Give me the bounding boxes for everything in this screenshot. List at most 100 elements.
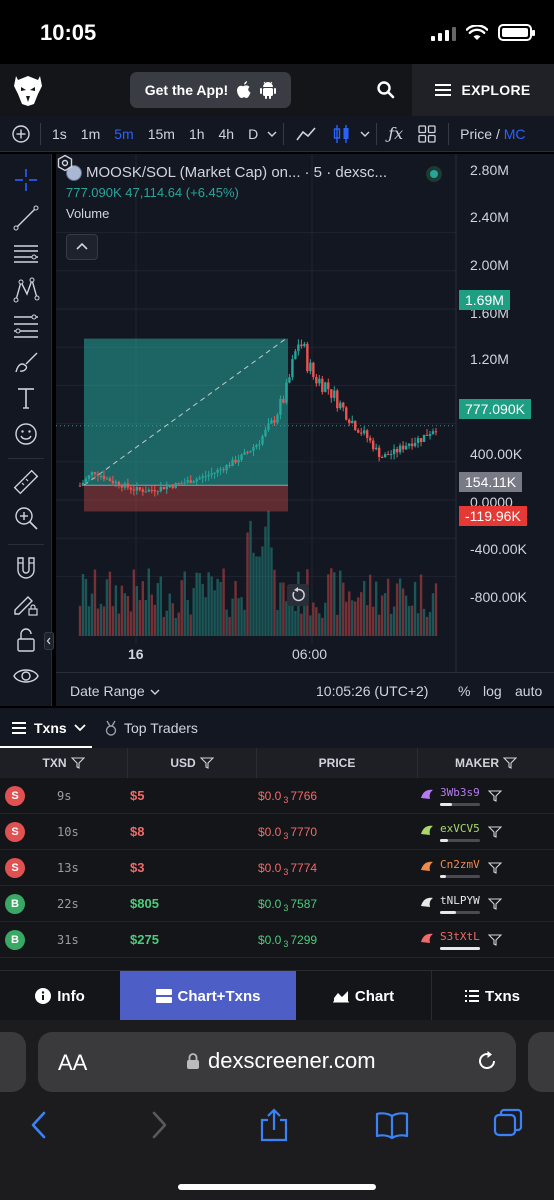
trend-line-icon[interactable] <box>12 204 40 232</box>
chevron-up-icon <box>76 242 88 250</box>
interval-1m[interactable]: 1m <box>74 126 107 142</box>
tabs-icon[interactable] <box>492 1108 524 1142</box>
layout-grid-icon[interactable] <box>410 124 444 144</box>
chart-clock[interactable]: 10:05:26 (UTC+2) <box>316 683 428 699</box>
interval-15m[interactable]: 15m <box>141 126 182 142</box>
auto-scale-toggle[interactable]: auto <box>515 683 542 699</box>
table-row[interactable]: B 22s $805 $0.0 3 7587 tNLPYW <box>0 886 554 922</box>
tab-top-traders[interactable]: Top Traders <box>104 720 198 736</box>
share-icon[interactable] <box>258 1108 290 1142</box>
y-axis-label: -800.00K <box>470 589 527 605</box>
tab-chart[interactable]: Chart <box>296 971 431 1021</box>
emoji-icon[interactable] <box>12 420 40 448</box>
candle-body <box>357 430 360 433</box>
candle-body <box>318 378 321 384</box>
filter-icon[interactable] <box>488 897 502 911</box>
crosshair-icon[interactable] <box>12 166 40 194</box>
chart-settings-icon[interactable] <box>56 154 74 172</box>
interval-4h[interactable]: 4h <box>212 126 242 142</box>
get-app-button[interactable]: Get the App! <box>130 72 291 108</box>
column-header-price[interactable]: PRICE <box>257 748 418 778</box>
volume-bar <box>228 616 231 636</box>
indicators-icon[interactable]: ƒx <box>381 124 410 143</box>
zoom-in-icon[interactable] <box>12 504 40 532</box>
percent-scale-toggle[interactable]: % <box>458 683 470 699</box>
price-chart[interactable]: MOOSK/SOL (Market Cap) on... · 5 · dexsc… <box>56 154 554 672</box>
search-icon[interactable] <box>374 78 398 102</box>
maker-address[interactable]: S3tXtL <box>440 930 480 943</box>
address-bar[interactable]: AA dexscreener.com <box>38 1032 516 1092</box>
tab-chart-txns[interactable]: Chart+Txns <box>120 971 296 1021</box>
volume-bar <box>87 606 91 636</box>
chevron-down-icon[interactable] <box>265 129 279 139</box>
tab-info[interactable]: Info <box>0 971 120 1021</box>
log-scale-toggle[interactable]: log <box>483 683 502 699</box>
next-tab-card[interactable] <box>528 1032 554 1092</box>
interval-d[interactable]: D <box>241 126 265 142</box>
candle-body <box>135 487 139 491</box>
maker-address[interactable]: 3Wb3s9 <box>440 786 480 799</box>
reset-chart-button[interactable] <box>287 584 309 606</box>
x-axis-label: 06:00 <box>292 646 328 662</box>
text-icon[interactable] <box>12 384 40 412</box>
table-row[interactable]: S 10s $8 $0.0 3 7770 exVCV5 <box>0 814 554 850</box>
column-header-txn[interactable]: TXN <box>0 748 128 778</box>
candle-body <box>294 351 297 360</box>
candle-body <box>138 487 142 490</box>
horizontal-lines-icon[interactable] <box>12 240 40 268</box>
line-chart-icon[interactable] <box>288 124 326 144</box>
tab-txns-bottom[interactable]: Txns <box>431 971 554 1021</box>
forward-icon[interactable] <box>142 1108 174 1142</box>
volume-bar <box>294 610 297 636</box>
collapse-toolbar-icon[interactable] <box>44 632 54 650</box>
interval-1h[interactable]: 1h <box>182 126 212 142</box>
tab-txns-bottom-label: Txns <box>484 987 520 1005</box>
candle-body <box>249 450 252 453</box>
table-row[interactable]: S 9s $5 $0.0 3 7766 3Wb3s9 <box>0 778 554 814</box>
bookmarks-icon[interactable] <box>374 1108 410 1142</box>
unlock-icon[interactable] <box>12 626 40 654</box>
column-header-maker[interactable]: MAKER <box>418 748 554 778</box>
filter-icon[interactable] <box>488 933 502 947</box>
add-indicator-icon[interactable] <box>0 124 36 144</box>
column-header-usd[interactable]: USD <box>128 748 257 778</box>
magnet-icon[interactable] <box>12 554 40 582</box>
price-digits: 7587 <box>290 897 318 911</box>
candle-body <box>198 477 201 480</box>
filter-icon[interactable] <box>488 789 502 803</box>
dexscreener-logo-icon[interactable] <box>14 74 42 106</box>
volume-bar <box>309 615 312 636</box>
interval-5m[interactable]: 5m <box>107 126 140 142</box>
lock-drawing-icon[interactable] <box>12 590 40 618</box>
candle-body <box>132 489 136 491</box>
chevron-down-icon[interactable] <box>358 129 372 139</box>
buy-badge: B <box>5 930 25 950</box>
table-row[interactable]: B 31s $275 $0.0 3 7299 S3tXtL <box>0 922 554 958</box>
candle-body <box>189 480 192 484</box>
brush-icon[interactable] <box>12 348 40 376</box>
previous-tab-card[interactable] <box>0 1032 26 1092</box>
ruler-icon[interactable] <box>12 468 40 496</box>
reader-settings-button[interactable]: AA <box>58 1050 87 1076</box>
collapse-legend-button[interactable] <box>66 234 98 260</box>
maker-address[interactable]: Cn2zmV <box>440 858 480 871</box>
interval-1s[interactable]: 1s <box>45 126 74 142</box>
date-range-selector[interactable]: Date Range <box>70 683 161 699</box>
maker-address[interactable]: exVCV5 <box>440 822 480 835</box>
filter-icon[interactable] <box>488 825 502 839</box>
eye-icon[interactable] <box>12 662 40 690</box>
volume-bar <box>431 593 435 636</box>
price-mcap-toggle[interactable]: Price / MC <box>453 126 532 142</box>
pattern-icon[interactable] <box>12 276 40 304</box>
reload-icon[interactable] <box>474 1048 500 1074</box>
tab-txns[interactable]: Txns <box>12 720 87 736</box>
maker-address[interactable]: tNLPYW <box>440 894 480 907</box>
table-row[interactable]: S 13s $3 $0.0 3 7774 Cn2zmV <box>0 850 554 886</box>
back-icon[interactable] <box>24 1108 56 1142</box>
url-display[interactable]: dexscreener.com <box>186 1048 376 1074</box>
filter-icon[interactable] <box>488 861 502 875</box>
fib-retracement-icon[interactable] <box>12 312 40 340</box>
toolbar-divider <box>8 458 44 459</box>
candle-chart-icon[interactable] <box>326 123 358 145</box>
explore-button[interactable]: EXPLORE <box>412 64 554 116</box>
